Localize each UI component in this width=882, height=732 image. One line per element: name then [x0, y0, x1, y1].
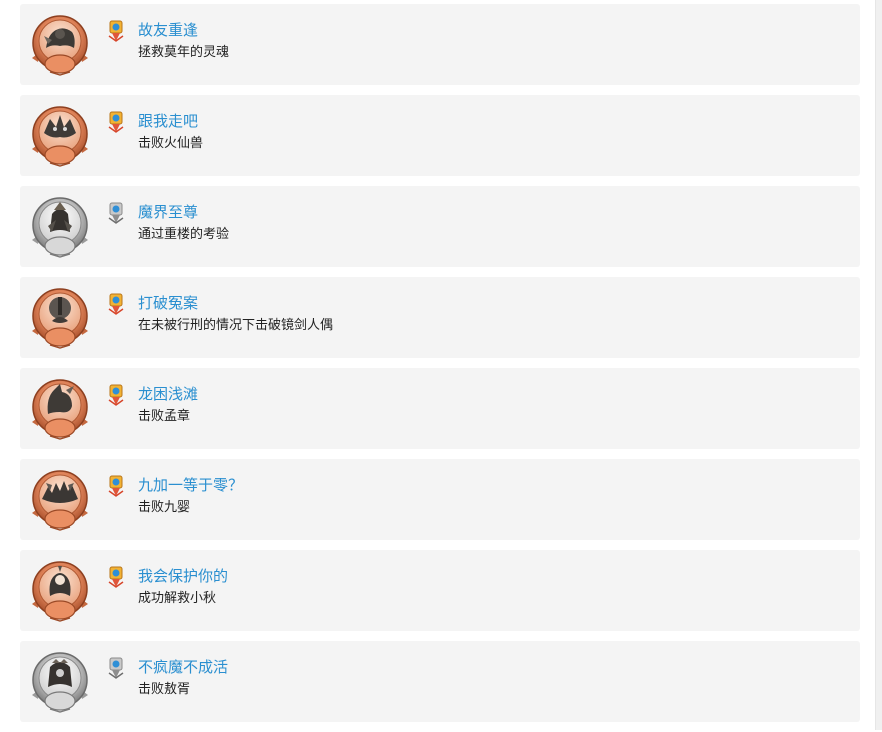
bronze-trophy-icon — [108, 384, 124, 406]
achievement-card: 我会保护你的 成功解救小秋 — [20, 550, 860, 631]
achievement-card: 龙困浅滩 击败孟章 — [20, 368, 860, 449]
achievement-card: 跟我走吧 击败火仙兽 — [20, 95, 860, 176]
beast-portrait-icon — [31, 106, 89, 167]
girl-portrait-icon — [31, 561, 89, 622]
achievement-description: 击败敖胥 — [138, 682, 191, 697]
achievement-title[interactable]: 打破冤案 — [138, 294, 198, 312]
bronze-trophy-icon — [108, 111, 124, 133]
warrior-portrait-icon — [31, 15, 89, 76]
nine-headed-beast-portrait-icon — [31, 470, 89, 531]
dragon-king-portrait-icon — [31, 652, 89, 713]
achievement-title[interactable]: 九加一等于零？ — [138, 476, 243, 494]
achievement-card: 九加一等于零？ 击败九婴 — [20, 459, 860, 540]
achievement-card: 不疯魔不成活 击败敖胥 — [20, 641, 860, 722]
achievement-title[interactable]: 不疯魔不成活 — [138, 658, 228, 676]
dragon-portrait-icon — [31, 379, 89, 440]
silver-trophy-icon — [108, 202, 124, 224]
silver-trophy-icon — [108, 657, 124, 679]
demon-lord-portrait-icon — [31, 197, 89, 258]
bronze-trophy-icon — [108, 20, 124, 42]
mirror-puppet-portrait-icon — [31, 288, 89, 349]
achievement-description: 击败九婴 — [138, 500, 191, 515]
achievement-title[interactable]: 魔界至尊 — [138, 203, 198, 221]
bronze-trophy-icon — [108, 566, 124, 588]
achievement-card: 魔界至尊 通过重楼的考验 — [20, 186, 860, 267]
achievement-list: 故友重逢 拯救莫年的灵魂 跟我走吧 击败火仙兽 魔界至尊 通过重楼的考验 打破冤… — [20, 4, 860, 732]
bronze-trophy-icon — [108, 293, 124, 315]
achievement-description: 击败孟章 — [138, 409, 191, 424]
achievement-title[interactable]: 跟我走吧 — [138, 112, 198, 130]
achievement-description: 成功解救小秋 — [138, 591, 217, 606]
achievement-title[interactable]: 我会保护你的 — [138, 567, 228, 585]
achievement-description: 在未被行刑的情况下击破镜剑人偶 — [138, 318, 334, 333]
achievement-description: 拯救莫年的灵魂 — [138, 45, 230, 60]
bronze-trophy-icon — [108, 475, 124, 497]
achievement-card: 故友重逢 拯救莫年的灵魂 — [20, 4, 860, 85]
achievement-card: 打破冤案 在未被行刑的情况下击破镜剑人偶 — [20, 277, 860, 358]
achievement-title[interactable]: 故友重逢 — [138, 21, 198, 39]
achievement-description: 通过重楼的考验 — [138, 227, 230, 242]
achievement-title[interactable]: 龙困浅滩 — [138, 385, 198, 403]
scrollbar-track[interactable] — [875, 0, 882, 730]
achievement-description: 击败火仙兽 — [138, 136, 204, 151]
